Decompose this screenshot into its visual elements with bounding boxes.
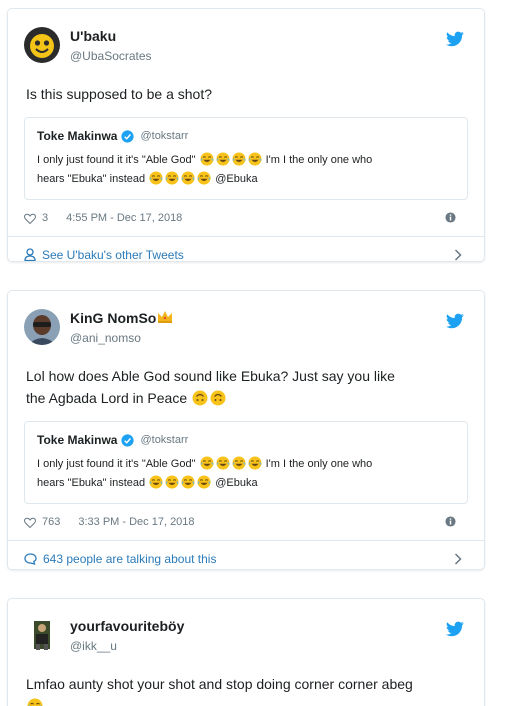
speech-bubble-icon bbox=[24, 552, 37, 565]
heart-icon[interactable] bbox=[24, 213, 36, 224]
twitter-bird-icon[interactable] bbox=[446, 313, 464, 329]
author-handle[interactable]: @ikk__u bbox=[70, 639, 117, 653]
quoted-tweet[interactable]: Toke Makinwa @tokstarr I only just found… bbox=[24, 117, 468, 200]
tears-of-joy-emoji-icon bbox=[232, 456, 246, 470]
avatar[interactable] bbox=[24, 309, 60, 345]
tears-of-joy-emoji-icon bbox=[248, 456, 262, 470]
tears-of-joy-emoji-icon bbox=[197, 171, 211, 185]
author-handle[interactable]: @ani_nomso bbox=[70, 331, 141, 345]
tears-of-joy-emoji-icon bbox=[200, 152, 214, 166]
author-name[interactable]: U'baku bbox=[70, 28, 116, 44]
chevron-right-icon bbox=[454, 553, 462, 565]
tweet-card: yourfavouriteböy @ikk__u Lmfao aunty sho… bbox=[7, 598, 485, 706]
quoted-text: I only just found it it's "Able God" I'm… bbox=[37, 455, 455, 493]
tweet-header: yourfavouriteböy @ikk__u bbox=[8, 599, 484, 653]
tears-of-joy-emoji-icon bbox=[200, 456, 214, 470]
timestamp[interactable]: 4:55 PM - Dec 17, 2018 bbox=[66, 212, 182, 224]
tears-of-joy-emoji-icon bbox=[181, 475, 195, 489]
author-handle[interactable]: @UbaSocrates bbox=[70, 49, 152, 63]
tweet-meta: 3 4:55 PM - Dec 17, 2018 bbox=[24, 200, 468, 236]
tweet-header: U'baku @UbaSocrates bbox=[8, 9, 484, 63]
quoted-text-segment: I only just found it it's "Able God" bbox=[37, 458, 196, 470]
quoted-author-line: Toke Makinwa @tokstarr bbox=[37, 433, 455, 447]
verified-icon bbox=[121, 434, 134, 447]
twitter-bird-icon[interactable] bbox=[446, 31, 464, 47]
mention-link[interactable]: @Ebuka bbox=[215, 477, 257, 489]
chevron-right-icon bbox=[454, 249, 462, 261]
like-count: 3 bbox=[42, 212, 49, 224]
twitter-bird-icon[interactable] bbox=[446, 621, 464, 637]
tweet-card: KinG NomSo @ani_nomso Lol how does Able … bbox=[7, 290, 485, 570]
quoted-author-name: Toke Makinwa bbox=[37, 433, 118, 447]
tears-of-joy-emoji-icon bbox=[181, 171, 195, 185]
tears-of-joy-emoji-icon bbox=[27, 698, 43, 706]
quoted-author-handle: @tokstarr bbox=[140, 130, 189, 142]
upside-down-face-emoji-icon bbox=[210, 390, 226, 406]
footer-label: 643 people are talking about this bbox=[43, 551, 217, 566]
author-name-text: KinG NomSo bbox=[70, 310, 157, 326]
quoted-text-segment: hears "Ebuka" instead bbox=[37, 477, 146, 489]
tweet-header: KinG NomSo @ani_nomso bbox=[8, 291, 484, 345]
tears-of-joy-emoji-icon bbox=[216, 152, 230, 166]
person-icon bbox=[24, 248, 36, 261]
mention-link[interactable]: @Ebuka bbox=[215, 173, 257, 185]
upside-down-face-emoji-icon bbox=[192, 390, 208, 406]
tears-of-joy-emoji-icon bbox=[165, 475, 179, 489]
tweet-text-line: Lmfao aunty shot your shot and stop doin… bbox=[26, 676, 413, 692]
conversation-link[interactable]: 643 people are talking about this bbox=[8, 540, 484, 576]
tweet-text-line: Lol how does Able God sound like Ebuka? … bbox=[26, 368, 395, 384]
quoted-text-segment: I only just found it it's "Able God" bbox=[37, 154, 196, 166]
timestamp[interactable]: 3:33 PM - Dec 17, 2018 bbox=[78, 516, 194, 528]
author-name[interactable]: yourfavouriteböy bbox=[70, 618, 184, 634]
quoted-author-line: Toke Makinwa @tokstarr bbox=[37, 129, 455, 143]
heart-icon[interactable] bbox=[24, 517, 36, 528]
tweet-text-line: the Agbada Lord in Peace bbox=[26, 390, 188, 406]
info-icon[interactable] bbox=[445, 212, 456, 223]
tears-of-joy-emoji-icon bbox=[232, 152, 246, 166]
quoted-text-segment: I'm I the only one who bbox=[265, 154, 373, 166]
quoted-author-name: Toke Makinwa bbox=[37, 129, 118, 143]
avatar[interactable] bbox=[24, 27, 60, 63]
quoted-author-handle: @tokstarr bbox=[140, 434, 189, 446]
like-count: 763 bbox=[42, 516, 61, 528]
footer-label: See U'baku's other Tweets bbox=[42, 247, 184, 262]
quoted-text: I only just found it it's "Able God" I'm… bbox=[37, 151, 455, 189]
tears-of-joy-emoji-icon bbox=[216, 456, 230, 470]
avatar[interactable] bbox=[24, 617, 60, 653]
see-other-tweets-link[interactable]: See U'baku's other Tweets bbox=[8, 236, 484, 272]
tweet-meta: 763 3:33 PM - Dec 17, 2018 bbox=[24, 504, 468, 540]
quoted-text-segment: I'm I the only one who bbox=[265, 458, 373, 470]
crown-emoji-icon bbox=[157, 310, 173, 324]
quoted-text-segment: hears "Ebuka" instead bbox=[37, 173, 146, 185]
tears-of-joy-emoji-icon bbox=[165, 171, 179, 185]
tweet-text: Lmfao aunty shot your shot and stop doin… bbox=[26, 673, 468, 706]
tweet-card: U'baku @UbaSocrates Is this supposed to … bbox=[7, 8, 485, 262]
tears-of-joy-emoji-icon bbox=[149, 475, 163, 489]
author-name[interactable]: KinG NomSo bbox=[70, 310, 173, 326]
verified-icon bbox=[121, 130, 134, 143]
tears-of-joy-emoji-icon bbox=[197, 475, 211, 489]
quoted-tweet[interactable]: Toke Makinwa @tokstarr I only just found… bbox=[24, 421, 468, 504]
tweet-text: Lol how does Able God sound like Ebuka? … bbox=[26, 365, 468, 409]
info-icon[interactable] bbox=[445, 516, 456, 527]
tears-of-joy-emoji-icon bbox=[149, 171, 163, 185]
tweet-text: Is this supposed to be a shot? bbox=[26, 86, 213, 102]
tears-of-joy-emoji-icon bbox=[248, 152, 262, 166]
